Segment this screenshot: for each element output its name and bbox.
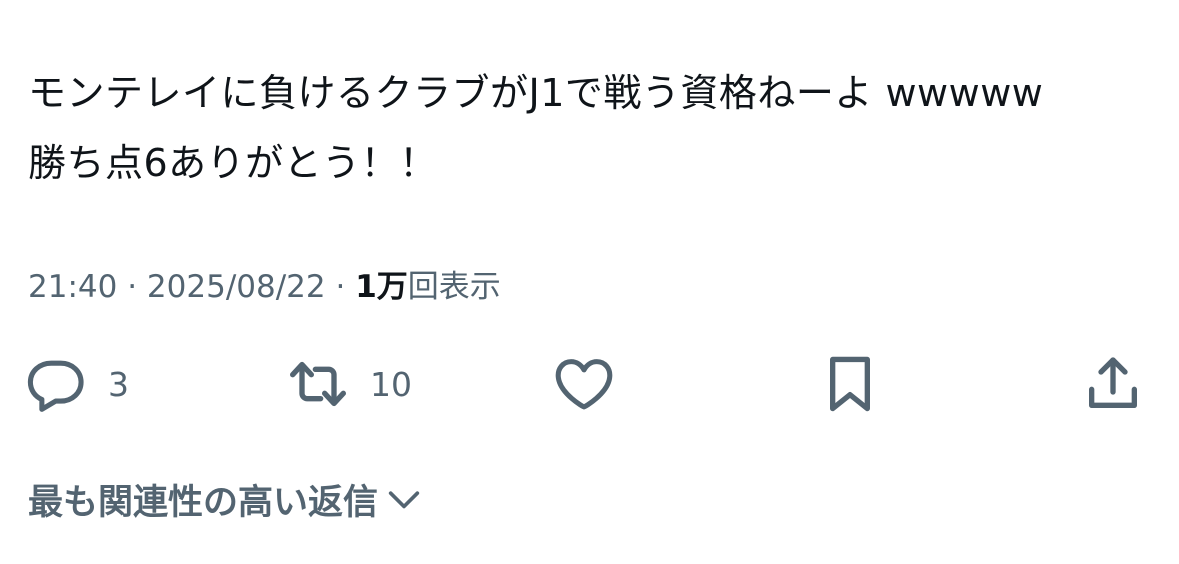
bookmark-icon	[818, 352, 882, 416]
tweet-time[interactable]: 21:40	[28, 269, 117, 305]
meta-separator: ·	[127, 269, 138, 305]
reply-sort-selector[interactable]: 最も関連性の高い返信	[28, 474, 424, 524]
share-button[interactable]	[1081, 348, 1145, 420]
reply-count: 3	[108, 364, 129, 404]
tweet-date[interactable]: 2025/08/22	[147, 269, 326, 305]
like-button[interactable]	[552, 348, 616, 420]
tweet-meta: 21:40 · 2025/08/22 · 1万回表示	[28, 262, 501, 312]
views-count[interactable]: 1万	[355, 269, 408, 305]
heart-icon	[552, 352, 616, 416]
tweet-text-line: モンテレイに負けるクラブがJ1で戦う資格ねーよ wwwww	[28, 71, 1044, 115]
tweet-text-line: 勝ち点6ありがとう！！	[28, 141, 438, 185]
reply-icon	[24, 352, 88, 416]
action-bar: 3 10	[0, 348, 1179, 420]
retweet-button[interactable]: 10	[286, 348, 412, 420]
views-label[interactable]: 回表示	[408, 269, 501, 305]
bookmark-button[interactable]	[818, 348, 882, 420]
retweet-icon	[286, 352, 350, 416]
retweet-count: 10	[370, 364, 412, 404]
share-icon	[1081, 352, 1145, 416]
meta-separator: ·	[335, 269, 346, 305]
chevron-down-icon	[378, 479, 424, 519]
tweet-text: モンテレイに負けるクラブがJ1で戦う資格ねーよ wwwww 勝ち点6ありがとう！…	[28, 58, 1158, 198]
reply-button[interactable]: 3	[24, 348, 129, 420]
reply-sort-label: 最も関連性の高い返信	[28, 482, 379, 523]
